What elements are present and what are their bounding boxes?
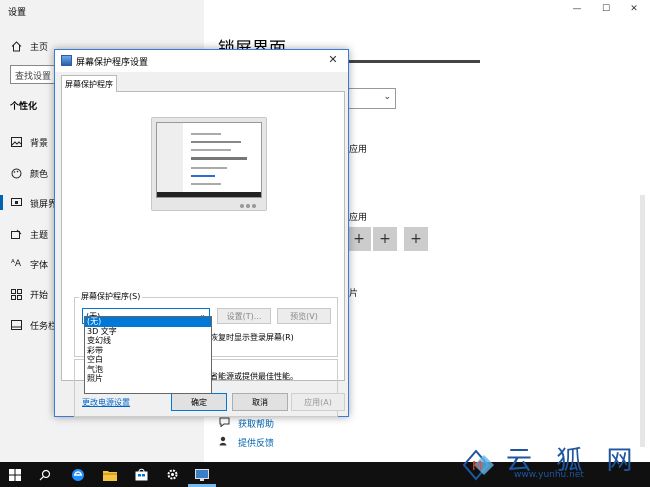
monitor-buttons bbox=[240, 201, 262, 208]
ok-button[interactable]: 确定 bbox=[171, 393, 227, 411]
theme-icon bbox=[10, 228, 22, 240]
preview-taskbar bbox=[157, 192, 261, 197]
gear-icon[interactable] bbox=[157, 462, 187, 487]
tab-screensaver[interactable]: 屏幕保护程序 bbox=[61, 75, 117, 92]
preview-sidebar bbox=[157, 123, 183, 197]
search-icon[interactable] bbox=[30, 462, 60, 487]
font-icon: ᴬA bbox=[10, 259, 22, 269]
preview-line bbox=[191, 157, 247, 160]
add-app-button[interactable]: + bbox=[373, 227, 397, 251]
background-dropdown[interactable]: ⌄ bbox=[347, 88, 396, 109]
chevron-down-icon: ⌄ bbox=[383, 92, 391, 102]
sidebar-item-label: 字体 bbox=[30, 260, 49, 271]
maximize-button[interactable]: ☐ bbox=[599, 4, 613, 14]
dropdown-option[interactable]: 空白 bbox=[85, 355, 211, 365]
picture-icon bbox=[10, 136, 22, 148]
partial-text: 应用 bbox=[349, 213, 368, 223]
partial-text: 应用 bbox=[349, 145, 368, 155]
feedback-link[interactable]: 提供反馈 bbox=[238, 436, 274, 449]
sidebar-item-label: 主页 bbox=[30, 42, 49, 53]
change-power-settings-link[interactable]: 更改电源设置 bbox=[82, 397, 130, 408]
help-icon bbox=[219, 417, 230, 430]
apply-button[interactable]: 应用(A) bbox=[291, 393, 345, 411]
watermark-logo: M bbox=[462, 447, 502, 481]
cancel-button[interactable]: 取消 bbox=[232, 393, 288, 411]
tab-panel: 屏幕保护程序(S) (无) ⌄ 设置(T)... 预览(V) 恢复时显示登录屏幕… bbox=[61, 91, 345, 417]
file-explorer-icon[interactable] bbox=[95, 462, 125, 487]
preview-line bbox=[191, 175, 215, 177]
home-icon bbox=[10, 40, 22, 52]
edge-browser-icon[interactable] bbox=[63, 462, 93, 487]
preview-screen bbox=[156, 122, 262, 198]
minimize-button[interactable]: — bbox=[570, 4, 584, 14]
lock-screen-icon bbox=[10, 197, 22, 209]
sidebar-item-label: 主题 bbox=[30, 230, 49, 241]
dropdown-option[interactable]: 彩带 bbox=[85, 346, 211, 356]
section-title: 个性化 bbox=[10, 102, 38, 112]
scrollbar[interactable] bbox=[640, 195, 645, 447]
dialog-titlebar[interactable]: 屏幕保护程序设置 ✕ bbox=[55, 50, 348, 72]
sidebar-item-label: 颜色 bbox=[30, 169, 49, 180]
screensaver-dialog: 屏幕保护程序设置 ✕ 屏幕保护程序(S) (无) ⌄ 设置(T)... 预 bbox=[54, 49, 349, 417]
preview-line bbox=[191, 133, 221, 135]
dialog-title: 屏幕保护程序设置 bbox=[76, 58, 149, 68]
close-button[interactable]: ✕ bbox=[627, 4, 641, 14]
partial-text: 片 bbox=[349, 289, 359, 299]
preview-line bbox=[191, 149, 231, 151]
settings-title: 设置 bbox=[8, 8, 27, 18]
svg-text:M: M bbox=[472, 459, 482, 473]
group-label: 屏幕保护程序(S) bbox=[79, 291, 143, 302]
watermark-url: www.yunhu.net bbox=[514, 470, 584, 480]
dropdown-option[interactable]: 气泡 bbox=[85, 365, 211, 375]
sidebar-item-label: 开始 bbox=[30, 290, 49, 301]
resume-logon-checkbox-label[interactable]: 恢复时显示登录屏幕(R) bbox=[210, 332, 294, 343]
dropdown-option[interactable]: 照片 bbox=[85, 374, 211, 384]
store-icon[interactable] bbox=[126, 462, 156, 487]
taskbar-icon bbox=[10, 319, 22, 331]
dropdown-option[interactable]: 3D 文字 bbox=[85, 327, 211, 337]
dropdown-option[interactable]: (无) bbox=[85, 317, 211, 327]
start-icon bbox=[10, 288, 22, 300]
dropdown-option[interactable]: 变幻线 bbox=[85, 336, 211, 346]
screensaver-dropdown-list: (无) 3D 文字 变幻线 彩带 空白 气泡 照片 bbox=[84, 316, 212, 394]
palette-icon bbox=[10, 167, 22, 179]
preview-line bbox=[191, 183, 221, 185]
feedback-icon bbox=[219, 436, 230, 449]
add-app-button[interactable]: + bbox=[404, 227, 428, 251]
monitor-preview bbox=[151, 117, 267, 211]
power-description: 省能源或提供最佳性能。 bbox=[210, 372, 298, 381]
sidebar-item-label: 背景 bbox=[30, 138, 49, 149]
settings-button[interactable]: 设置(T)... bbox=[217, 308, 271, 324]
preview-button[interactable]: 预览(V) bbox=[277, 308, 331, 324]
sidebar-item-label: 锁屏界 bbox=[30, 199, 58, 210]
get-help-link[interactable]: 获取帮助 bbox=[238, 417, 274, 430]
add-app-button[interactable]: + bbox=[347, 227, 371, 251]
preview-line bbox=[191, 141, 241, 143]
dialog-close-button[interactable]: ✕ bbox=[323, 53, 343, 66]
preview-line bbox=[191, 167, 227, 169]
sidebar-item-label: 任务栏 bbox=[30, 321, 58, 332]
monitor-icon bbox=[61, 55, 72, 66]
windows-start-icon[interactable] bbox=[0, 462, 30, 487]
